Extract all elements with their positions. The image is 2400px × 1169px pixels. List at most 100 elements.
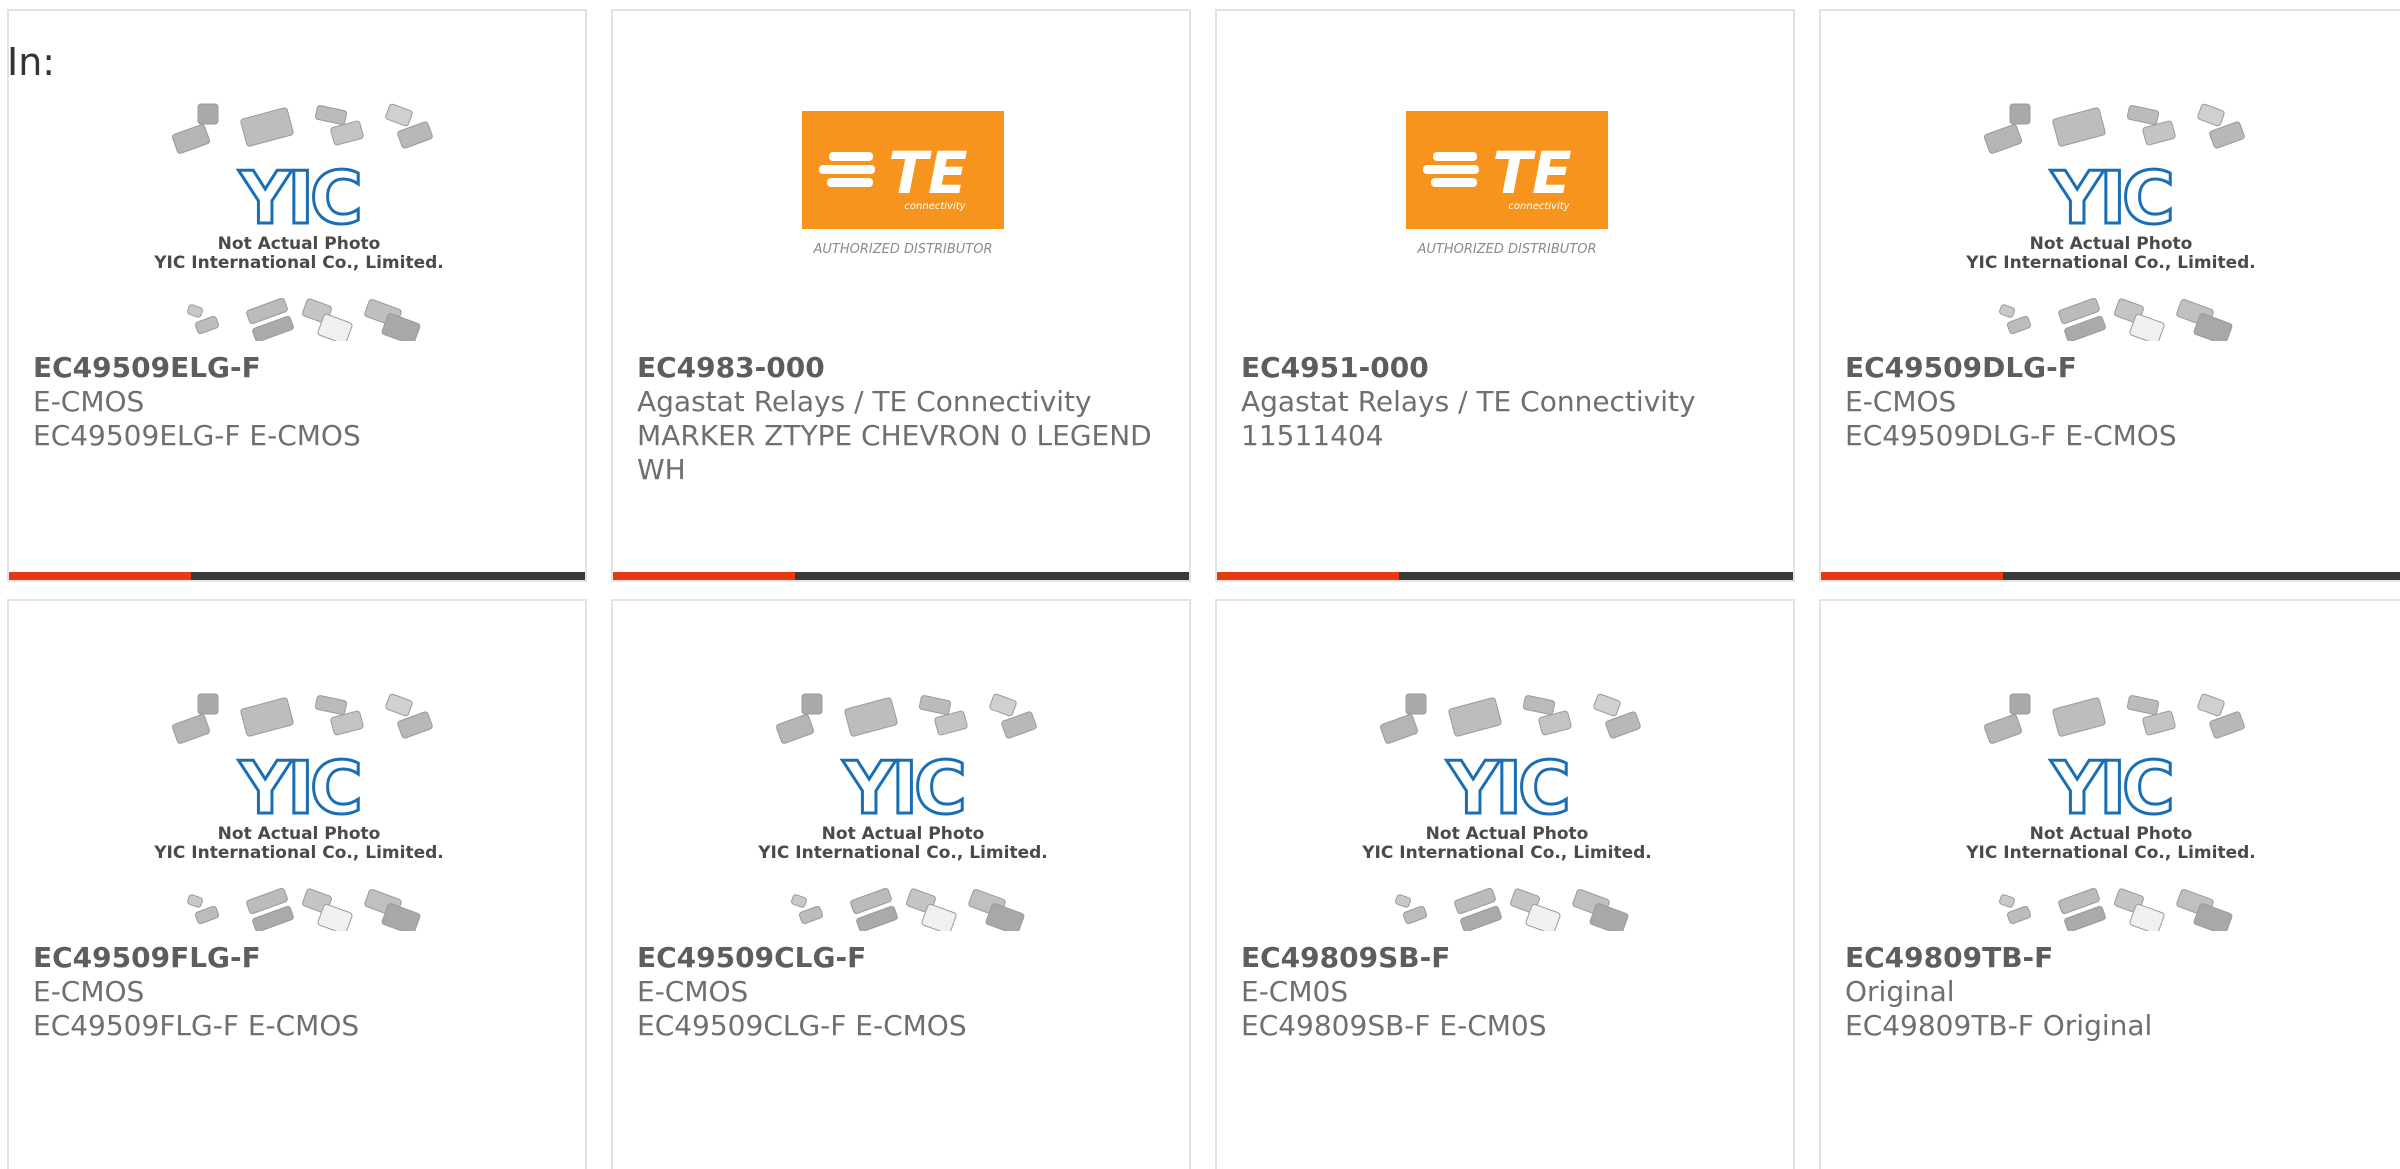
product-part-number[interactable]: EC49509CLG-F bbox=[637, 941, 1167, 975]
chip-shape bbox=[791, 894, 807, 908]
chip-shape bbox=[2009, 103, 2031, 125]
placeholder-line2: YIC International Co., Limited. bbox=[1361, 843, 1652, 863]
chip-shape bbox=[985, 903, 1025, 931]
card-accent bbox=[613, 572, 795, 580]
not-actual-photo-placeholder-icon: YICNot Actual PhotoYIC International Co.… bbox=[1965, 103, 2256, 341]
not-actual-photo-placeholder-icon: YICNot Actual PhotoYIC International Co.… bbox=[153, 103, 444, 341]
chip-shape bbox=[314, 695, 348, 715]
te-speed-line bbox=[829, 152, 873, 161]
te-speed-line bbox=[1423, 165, 1479, 174]
yic-logo-text: YIC bbox=[842, 746, 963, 830]
chip-shape bbox=[2197, 693, 2225, 717]
product-image[interactable]: YIC Not Actual Photo YIC International Co.… bbox=[1217, 601, 1793, 931]
product-image[interactable]: YIC Not Actual Photo YIC International Co.… bbox=[1821, 601, 2400, 931]
chip-shape bbox=[1593, 693, 1621, 717]
product-card[interactable]: YIC Not Actual Photo YIC International Co.… bbox=[1819, 9, 2400, 582]
product-card[interactable]: YIC Not Actual Photo YIC International Co.… bbox=[7, 9, 587, 582]
chip-shape bbox=[1405, 693, 1427, 715]
chip-shape bbox=[2052, 697, 2106, 737]
placeholder-line2: YIC International Co., Limited. bbox=[1965, 253, 2256, 273]
product-manufacturer: Agastat Relays / TE Connectivity bbox=[637, 385, 1092, 418]
product-card[interactable]: YIC Not Actual Photo YIC International Co.… bbox=[1819, 599, 2400, 1169]
product-image[interactable]: YIC Not Actual Photo YIC International Co.… bbox=[613, 601, 1189, 931]
chip-shape bbox=[1589, 903, 1629, 931]
chip-shape bbox=[1983, 714, 2023, 744]
placeholder-line1: Not Actual Photo bbox=[2030, 234, 2193, 254]
chip-shape bbox=[1379, 714, 1419, 744]
chip-shape bbox=[381, 903, 421, 931]
chip-shape bbox=[918, 695, 952, 715]
chip-shape bbox=[801, 693, 823, 715]
product-part-number[interactable]: EC4951-000 bbox=[1241, 351, 1771, 385]
not-actual-photo-placeholder-icon: YICNot Actual PhotoYIC International Co.… bbox=[153, 693, 444, 931]
product-description: MARKER ZTYPE CHEVRON 0 LEGEND WH bbox=[637, 419, 1152, 486]
product-image[interactable]: TE connectivity AUTHORIZED DISTRIBUTOR bbox=[613, 11, 1189, 341]
chip-shape bbox=[1983, 124, 2023, 154]
product-manufacturer: E-CMOS bbox=[637, 975, 749, 1008]
chip-shape bbox=[1448, 697, 1502, 737]
chip-shape bbox=[2193, 313, 2233, 341]
product-manufacturer: E-CMOS bbox=[33, 975, 145, 1008]
te-connectivity-logo: TEconnectivity AUTHORIZED DISTRIBUTOR bbox=[1406, 111, 1608, 257]
product-card[interactable]: TE connectivity AUTHORIZED DISTRIBUTOR EC4… bbox=[1215, 9, 1795, 582]
yic-logo-text: YIC bbox=[238, 156, 359, 240]
te-tagline-text: AUTHORIZED DISTRIBUTOR bbox=[1416, 242, 1596, 257]
product-description: 11511404 bbox=[1241, 419, 1384, 452]
product-image[interactable]: TE connectivity AUTHORIZED DISTRIBUTOR bbox=[1217, 11, 1793, 341]
chip-shape bbox=[194, 905, 220, 925]
product-description: EC49509DLG-F E-CMOS bbox=[1845, 419, 2177, 452]
chip-shape bbox=[1999, 894, 2015, 908]
product-card[interactable]: YIC Not Actual Photo YIC International Co.… bbox=[1215, 599, 1795, 1169]
te-speed-line bbox=[1431, 178, 1477, 187]
chip-shape bbox=[187, 894, 203, 908]
chip-shape bbox=[2197, 103, 2225, 127]
chip-shape bbox=[187, 304, 203, 318]
card-accent bbox=[1217, 572, 1399, 580]
card-bottom-bar bbox=[9, 572, 585, 580]
chip-shape bbox=[385, 693, 413, 717]
chip-shape bbox=[330, 120, 364, 146]
product-manufacturer: E-CM0S bbox=[1241, 975, 1349, 1008]
chip-shape bbox=[1395, 894, 1411, 908]
chip-shape bbox=[381, 313, 421, 341]
product-description: EC49809TB-F Original bbox=[1845, 1009, 2153, 1042]
te-connectivity-logo: TEconnectivity AUTHORIZED DISTRIBUTOR bbox=[802, 111, 1004, 257]
product-image[interactable]: YIC Not Actual Photo YIC International Co.… bbox=[1821, 11, 2400, 341]
chip-shape bbox=[194, 315, 220, 335]
product-part-number[interactable]: EC4983-000 bbox=[637, 351, 1167, 385]
product-part-number[interactable]: EC49509DLG-F bbox=[1845, 351, 2375, 385]
product-part-number[interactable]: EC49809TB-F bbox=[1845, 941, 2375, 975]
placeholder-line1: Not Actual Photo bbox=[1426, 824, 1589, 844]
product-card[interactable]: YIC Not Actual Photo YIC International Co.… bbox=[7, 599, 587, 1169]
chip-shape bbox=[844, 697, 898, 737]
product-manufacturer: E-CMOS bbox=[1845, 385, 1957, 418]
chip-shape bbox=[197, 693, 219, 715]
placeholder-line2: YIC International Co., Limited. bbox=[153, 843, 444, 863]
product-card[interactable]: TE connectivity AUTHORIZED DISTRIBUTOR EC4… bbox=[611, 9, 1191, 582]
chip-shape bbox=[171, 714, 211, 744]
chip-shape bbox=[2006, 315, 2032, 335]
product-grid: In: YIC Not Actual Photo YIC International… bbox=[0, 0, 2400, 1169]
chip-shape bbox=[240, 697, 294, 737]
te-sub-text: connectivity bbox=[904, 201, 966, 212]
placeholder-line1: Not Actual Photo bbox=[2030, 824, 2193, 844]
product-card[interactable]: YIC Not Actual Photo YIC International Co.… bbox=[611, 599, 1191, 1169]
yic-logo-text: YIC bbox=[2050, 156, 2171, 240]
placeholder-line2: YIC International Co., Limited. bbox=[153, 253, 444, 273]
card-accent bbox=[9, 572, 191, 580]
chip-shape bbox=[240, 107, 294, 147]
product-image[interactable]: YIC Not Actual Photo YIC International Co.… bbox=[9, 11, 585, 341]
placeholder-line2: YIC International Co., Limited. bbox=[1965, 843, 2256, 863]
chip-shape bbox=[1999, 304, 2015, 318]
product-image[interactable]: YIC Not Actual Photo YIC International Co.… bbox=[9, 601, 585, 931]
placeholder-line2: YIC International Co., Limited. bbox=[757, 843, 1048, 863]
te-speed-line bbox=[819, 165, 875, 174]
product-part-number[interactable]: EC49509ELG-F bbox=[33, 351, 563, 385]
te-speed-line bbox=[827, 178, 873, 187]
te-brand-text: TE bbox=[888, 139, 967, 207]
product-description: EC49809SB-F E-CM0S bbox=[1241, 1009, 1547, 1042]
product-part-number[interactable]: EC49809SB-F bbox=[1241, 941, 1771, 975]
product-part-number[interactable]: EC49509FLG-F bbox=[33, 941, 563, 975]
card-bottom-bar bbox=[1217, 572, 1793, 580]
not-actual-photo-placeholder-icon: YICNot Actual PhotoYIC International Co.… bbox=[1361, 693, 1652, 931]
